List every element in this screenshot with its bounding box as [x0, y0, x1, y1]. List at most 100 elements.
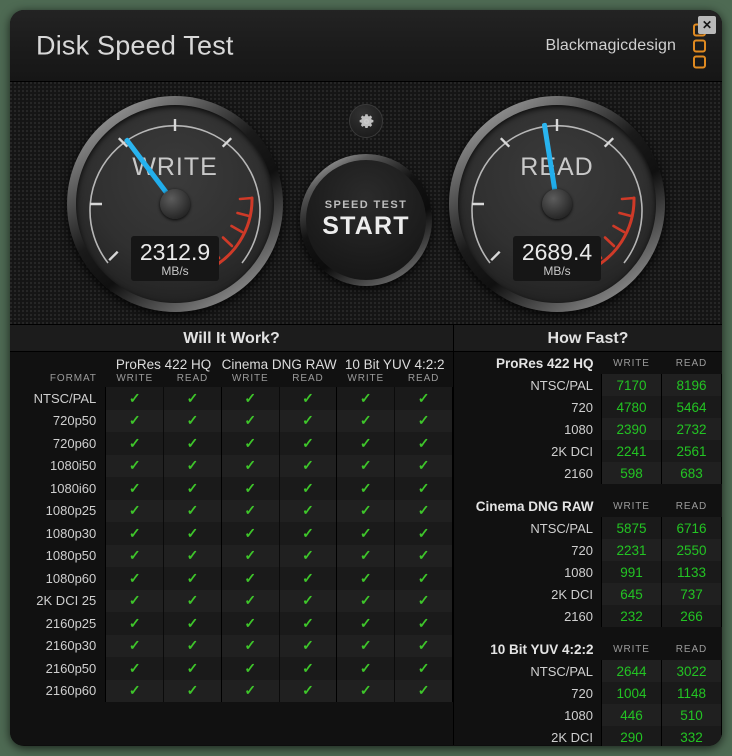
- compat-check-cell: ✓: [336, 432, 395, 455]
- write-value: 2312.9: [139, 238, 211, 265]
- subheader-cinemadng-write: WRITE: [231, 373, 269, 384]
- format-label: 1080p60: [45, 570, 97, 586]
- subheader-prores-read: READ: [176, 373, 209, 384]
- close-icon[interactable]: ✕: [698, 16, 716, 34]
- format-label: 1080p50: [45, 548, 97, 564]
- will-it-work-panel: Will It Work? FORMAT ProRes 422 HQ Cinem…: [10, 325, 454, 745]
- table-row: 720 4780 5464: [454, 396, 722, 418]
- compat-check-cell: ✓: [278, 432, 337, 455]
- table-row: 1080p60 ✓ ✓ ✓ ✓ ✓ ✓: [10, 567, 453, 590]
- table-row: 2K DCI 2241 2561: [454, 440, 722, 462]
- spacer-cell: [454, 627, 722, 638]
- compat-check-cell: ✓: [278, 477, 337, 500]
- compat-check-cell: ✓: [220, 634, 280, 657]
- compat-check-cell: ✓: [163, 612, 222, 635]
- compat-check-cell: ✓: [278, 657, 337, 680]
- gear-icon: [359, 113, 373, 128]
- table-row: NTSC/PAL 2644 3022: [454, 660, 722, 682]
- section-name: Cinema DNG RAW: [475, 498, 594, 514]
- compat-check-cell: ✓: [105, 612, 164, 635]
- write-column-header: WRITE: [613, 500, 650, 512]
- start-button-sublabel: SPEED TEST: [324, 199, 408, 211]
- compat-check-cell: ✓: [394, 679, 453, 702]
- will-it-work-body: NTSC/PAL ✓ ✓ ✓ ✓ ✓ ✓ 720p50 ✓ ✓ ✓ ✓ ✓ ✓ 720p60 ✓ ✓ ✓ ✓ ✓ ✓ 10…: [10, 387, 453, 702]
- gauge-panel: WRITE 2312.9 MB/s READ 2689.4 MB/s SPEED…: [10, 82, 722, 325]
- resolution-label: 2K DCI: [551, 729, 593, 745]
- title-bar: Disk Speed Test Blackmagicdesign ✕: [10, 10, 722, 82]
- compat-check-cell: ✓: [394, 589, 453, 612]
- group-header-yuv: 10 Bit YUV 4:2:2: [344, 357, 445, 372]
- start-button-label: START: [322, 212, 410, 240]
- resolution-label: 720: [571, 399, 593, 415]
- write-speed-value: 2644: [601, 660, 662, 682]
- compat-check-cell: ✓: [105, 499, 164, 522]
- write-speed-value: 1004: [601, 682, 662, 704]
- compat-check-cell: ✓: [336, 634, 395, 657]
- compat-check-cell: ✓: [278, 634, 337, 657]
- compat-check-cell: ✓: [220, 387, 280, 410]
- compat-check-cell: ✓: [220, 454, 280, 477]
- compat-check-cell: ✓: [394, 544, 453, 567]
- compat-check-cell: ✓: [105, 679, 164, 702]
- compat-check-cell: ✓: [278, 679, 337, 702]
- resolution-label: 720: [571, 542, 593, 558]
- write-speed-value: 598: [601, 462, 662, 484]
- write-speed-value: 991: [601, 561, 662, 583]
- read-speed-value: 5464: [661, 396, 722, 418]
- compat-check-cell: ✓: [394, 499, 453, 522]
- write-speed-value: 4780: [601, 396, 662, 418]
- format-label: 1080p30: [45, 525, 97, 541]
- subheader-yuv-write: WRITE: [347, 373, 385, 384]
- read-speed-value: 2550: [661, 539, 722, 561]
- compat-check-cell: ✓: [220, 522, 280, 545]
- table-row: 1080 446 510: [454, 704, 722, 726]
- table-row: 2K DCI 25 ✓ ✓ ✓ ✓ ✓ ✓: [10, 589, 453, 612]
- spacer-cell: [454, 484, 722, 495]
- table-row: 720 1004 1148: [454, 682, 722, 704]
- compat-check-cell: ✓: [163, 634, 222, 657]
- compat-check-cell: ✓: [394, 387, 453, 410]
- compat-check-cell: ✓: [394, 409, 453, 432]
- resolution-label: 1080: [564, 421, 593, 437]
- format-label: 720p60: [52, 435, 97, 451]
- resolution-label: NTSC/PAL: [530, 377, 593, 393]
- compat-check-cell: ✓: [105, 387, 164, 410]
- table-row: NTSC/PAL 7170 8196: [454, 374, 722, 396]
- how-fast-table: ProRes 422 HQ WRITE READ NTSC/PAL 7170 8196 72…: [454, 352, 722, 746]
- compat-check-cell: ✓: [105, 544, 164, 567]
- speed-test-start-button[interactable]: SPEED TEST START: [300, 154, 432, 286]
- compat-check-cell: ✓: [336, 454, 395, 477]
- compat-check-cell: ✓: [278, 409, 337, 432]
- compat-check-cell: ✓: [220, 409, 280, 432]
- read-speed-value: 510: [661, 704, 722, 726]
- compat-check-cell: ✓: [394, 567, 453, 590]
- compat-check-cell: ✓: [163, 679, 222, 702]
- logo-square-3: [693, 55, 706, 68]
- compat-check-cell: ✓: [336, 409, 395, 432]
- table-row: 1080i60 ✓ ✓ ✓ ✓ ✓ ✓: [10, 477, 453, 500]
- format-label: 1080p25: [45, 503, 97, 519]
- table-row: 2160p30 ✓ ✓ ✓ ✓ ✓ ✓: [10, 634, 453, 657]
- table-row: 2160 232 266: [454, 605, 722, 627]
- table-row: 1080 2390 2732: [454, 418, 722, 440]
- read-speed-value: 683: [661, 462, 722, 484]
- table-row: 1080i50 ✓ ✓ ✓ ✓ ✓ ✓: [10, 454, 453, 477]
- settings-button[interactable]: [349, 104, 383, 138]
- section-spacer: [454, 484, 722, 495]
- compat-check-cell: ✓: [278, 454, 337, 477]
- compat-check-cell: ✓: [278, 544, 337, 567]
- table-row: 2160p25 ✓ ✓ ✓ ✓ ✓ ✓: [10, 612, 453, 635]
- subheader-yuv-read: READ: [407, 373, 440, 384]
- format-label: 1080i50: [50, 458, 97, 474]
- read-speed-value: 3022: [661, 660, 722, 682]
- subheader-prores-write: WRITE: [116, 373, 154, 384]
- read-value: 2689.4: [521, 238, 593, 265]
- compat-check-cell: ✓: [220, 567, 280, 590]
- compat-check-cell: ✓: [278, 522, 337, 545]
- compat-check-cell: ✓: [220, 499, 280, 522]
- section-name: ProRes 422 HQ: [495, 355, 594, 371]
- compat-check-cell: ✓: [394, 612, 453, 635]
- resolution-label: NTSC/PAL: [530, 520, 593, 536]
- table-row: 2K DCI 290 332: [454, 726, 722, 746]
- compat-check-cell: ✓: [220, 679, 280, 702]
